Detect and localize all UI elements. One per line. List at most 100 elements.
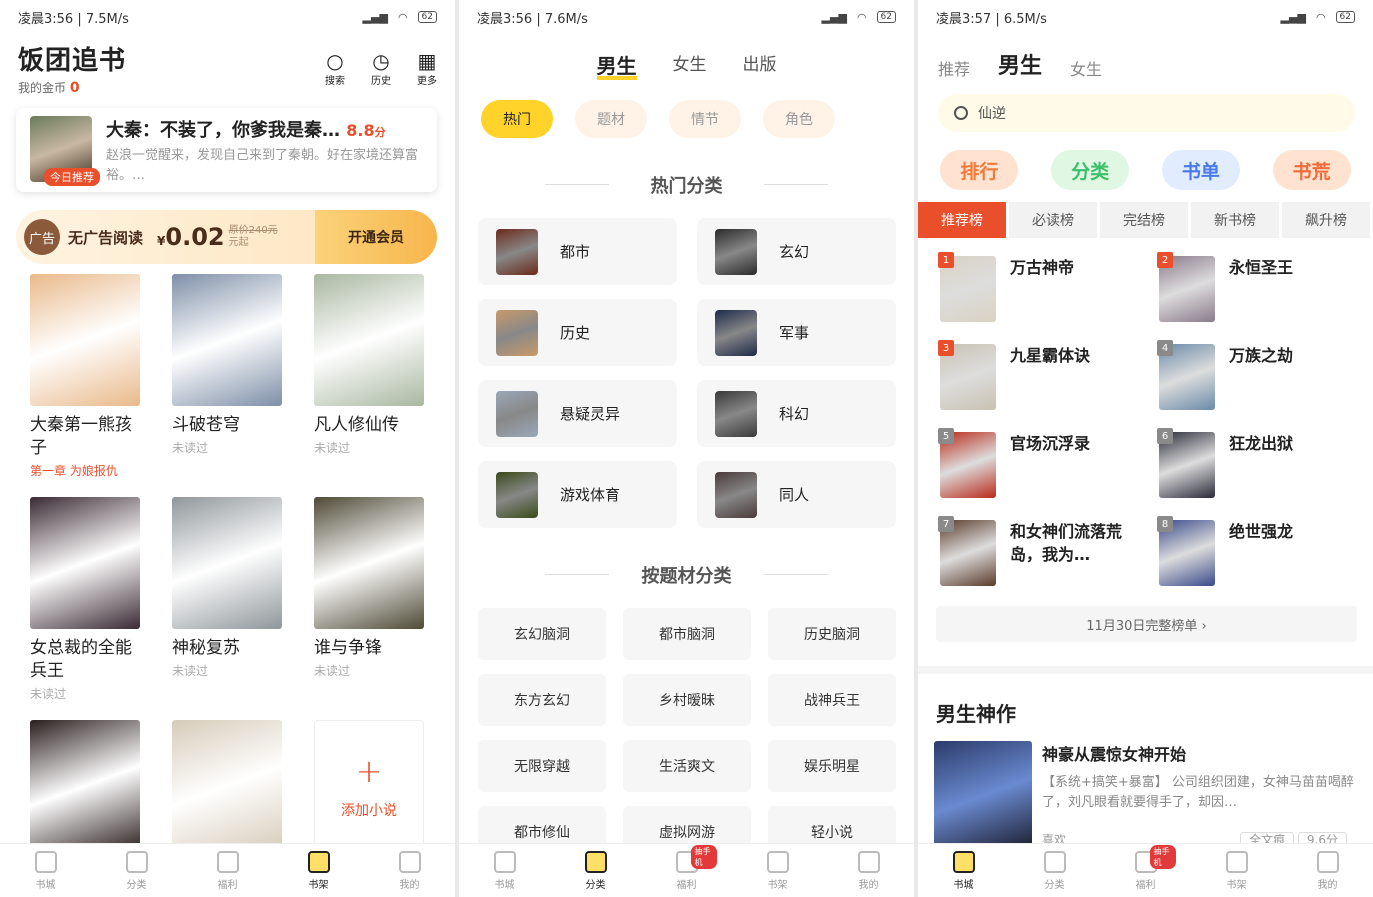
category-item[interactable]: 军事: [697, 299, 896, 366]
coins-label: 我的金币: [18, 81, 67, 95]
theme-button[interactable]: 乡村暧昧: [623, 674, 751, 726]
book-status: 未读过: [314, 664, 351, 678]
tab-2[interactable]: 出版: [743, 50, 777, 80]
quick-entry[interactable]: 分类: [1051, 150, 1130, 190]
coins-display[interactable]: 我的金币 0: [18, 79, 126, 96]
nav-item-3[interactable]: 书架: [1207, 850, 1267, 891]
shelf-book[interactable]: 神秘复苏 未读过: [172, 497, 282, 702]
rank-tab[interactable]: 必读榜: [1009, 202, 1097, 238]
theme-button[interactable]: 生活爽文: [623, 740, 751, 792]
category-item[interactable]: 游戏体育: [478, 461, 677, 528]
vip-banner[interactable]: 广告 无广告阅读 ¥0.02 原价240元 元起 开通会员: [16, 210, 437, 264]
shelf-book[interactable]: 谁与争锋 未读过: [314, 497, 424, 702]
full-rank-button[interactable]: 11月30日完整榜单 ›: [936, 606, 1357, 642]
nav-label: 福利: [676, 879, 697, 891]
daily-recommend-card[interactable]: 今日推荐 大秦：不装了，你爹我是秦… 8.8分 赵浪一觉醒来，发现自己来到了秦朝…: [16, 108, 437, 192]
signal-icon: ▂▄▆: [821, 10, 847, 24]
shelf-book[interactable]: [172, 720, 282, 852]
search-button[interactable]: ○ 搜索: [325, 50, 345, 96]
more-button[interactable]: ▦ 更多: [417, 50, 437, 96]
category-item[interactable]: 同人: [697, 461, 896, 528]
book-cover: [172, 274, 282, 406]
nav-item-0[interactable]: 书城: [934, 850, 994, 891]
screen-category: 凌晨3:56 | 7.6M/s ▂▄▆ ◠ 62 男生 女生 出版 热门 题材 情节 角色 热…: [459, 0, 914, 897]
filter-pill[interactable]: 情节: [669, 100, 741, 138]
nav-item-4[interactable]: 我的: [380, 850, 440, 891]
rank-item[interactable]: 3 九星霸体诀: [938, 340, 1159, 410]
quick-entry[interactable]: 排行: [940, 150, 1019, 190]
nav-label: 书架: [767, 879, 788, 891]
book-status: 未读过: [172, 664, 209, 678]
filter-pill[interactable]: 热门: [481, 100, 553, 138]
nav-item-2[interactable]: 福利 抽手机: [1116, 844, 1176, 891]
nav-item-0[interactable]: 书城: [16, 850, 76, 891]
category-item[interactable]: 都市: [478, 218, 677, 285]
nav-item-4[interactable]: 我的: [839, 850, 899, 891]
theme-button[interactable]: 玄幻脑洞: [478, 608, 606, 660]
nav-item-1[interactable]: 分类: [1025, 850, 1085, 891]
bottom-nav: 书城 分类 福利 抽手机书架 我的: [459, 843, 914, 897]
filter-pill[interactable]: 角色: [763, 100, 835, 138]
nav-item-3[interactable]: 书架: [289, 850, 349, 891]
rank-tab[interactable]: 飙升榜: [1282, 202, 1370, 238]
filter-pill[interactable]: 题材: [575, 100, 647, 138]
book-status: 未读过: [30, 687, 67, 701]
app-title: 饭团追书: [18, 46, 127, 76]
category-item[interactable]: 历史: [478, 299, 677, 366]
vip-price-unit: 元起: [228, 237, 249, 248]
theme-button[interactable]: 都市脑洞: [623, 608, 751, 660]
rank-item[interactable]: 4 万族之劫: [1157, 340, 1373, 410]
theme-button[interactable]: 战神兵王: [768, 674, 896, 726]
rank-number: 2: [1157, 252, 1173, 268]
tab-0[interactable]: 男生: [596, 50, 637, 80]
rank-item[interactable]: 7 和女神们流落荒岛，我为…: [938, 516, 1159, 586]
book-cover: [30, 497, 140, 629]
category-icon: [1043, 850, 1066, 873]
shelf-book[interactable]: 斗破苍穹 未读过: [172, 274, 282, 479]
category-label: 悬疑灵异: [560, 405, 621, 423]
shelf-book[interactable]: 大秦第一熊孩子 第一章 为娘报仇: [30, 274, 140, 479]
theme-button[interactable]: 无限穿越: [478, 740, 606, 792]
section-divider: [918, 666, 1373, 674]
category-item[interactable]: 悬疑灵异: [478, 380, 677, 447]
rank-tab[interactable]: 新书榜: [1191, 202, 1279, 238]
store-tab-0[interactable]: 推荐: [938, 56, 970, 80]
rank-list: 1 万古神帝 2 永恒圣王 3 九星霸体诀 4 万族之劫 5 官场沉浮录 6 狂龙出狱 7 和女神们流落荒…: [918, 238, 1373, 586]
search-input[interactable]: 仙逆: [938, 94, 1355, 132]
tab-1[interactable]: 女生: [673, 50, 707, 80]
add-book-button[interactable]: + 添加小说: [314, 720, 424, 852]
shelf-book[interactable]: [30, 720, 140, 852]
rank-item[interactable]: 2 永恒圣王: [1157, 252, 1373, 322]
nav-item-3[interactable]: 书架: [748, 850, 808, 891]
theme-button[interactable]: 东方玄幻: [478, 674, 606, 726]
nav-label: 书城: [953, 879, 974, 891]
nav-item-2[interactable]: 福利: [198, 850, 258, 891]
store-tab-2[interactable]: 女生: [1070, 56, 1102, 80]
quick-entry[interactable]: 书荒: [1272, 150, 1351, 190]
nav-item-0[interactable]: 书城: [475, 850, 535, 891]
rank-tab[interactable]: 完结榜: [1100, 202, 1188, 238]
rank-tab[interactable]: 推荐榜: [918, 202, 1006, 238]
nav-item-1[interactable]: 分类: [566, 850, 626, 891]
theme-button[interactable]: 历史脑洞: [768, 608, 896, 660]
open-vip-button[interactable]: 开通会员: [315, 210, 437, 264]
rank-item[interactable]: 5 官场沉浮录: [938, 428, 1159, 498]
history-button[interactable]: ◷ 历史: [371, 50, 391, 96]
store-tab-1[interactable]: 男生: [998, 48, 1042, 80]
nav-item-4[interactable]: 我的: [1298, 850, 1358, 891]
book-cover: [30, 274, 140, 406]
rank-item[interactable]: 8 绝世强龙: [1157, 516, 1373, 586]
featured-book[interactable]: 神豪从震惊女神开始 【系统+搞笑+暴富】 公司组织团建，女神马苗苗喝醉了，刘凡眼…: [918, 727, 1373, 851]
nav-item-1[interactable]: 分类: [107, 850, 167, 891]
rank-tabs: 推荐榜 必读榜 完结榜 新书榜 飙升榜: [918, 202, 1373, 238]
nav-item-2[interactable]: 福利 抽手机: [657, 844, 717, 891]
rank-item[interactable]: 6 狂龙出狱: [1157, 428, 1373, 498]
shelf-book[interactable]: 女总裁的全能兵王 未读过: [30, 497, 140, 702]
theme-button[interactable]: 娱乐明星: [768, 740, 896, 792]
category-item[interactable]: 玄幻: [697, 218, 896, 285]
rank-item[interactable]: 1 万古神帝: [938, 252, 1159, 322]
rank-number: 8: [1157, 516, 1173, 532]
category-item[interactable]: 科幻: [697, 380, 896, 447]
quick-entry[interactable]: 书单: [1161, 150, 1240, 190]
shelf-book[interactable]: 凡人修仙传 未读过: [314, 274, 424, 479]
